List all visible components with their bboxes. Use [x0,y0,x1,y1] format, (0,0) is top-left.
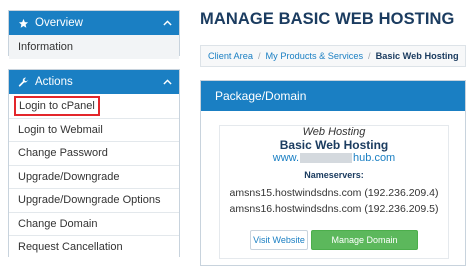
breadcrumb-separator: / [257,51,261,61]
wrench-icon [16,77,30,88]
visit-website-button[interactable]: Visit Website [250,230,308,250]
sidebar-item-upgrade-downgrade[interactable]: Upgrade/Downgrade [9,164,179,188]
sidebar-item-label: Change Domain [18,217,98,230]
actions-panel-title: Actions [35,76,73,88]
sidebar-item-label: Information [18,40,74,53]
actions-panel-header[interactable]: Actions [9,70,179,94]
nameserver-2: amsns16.hostwindsdns.com (192.236.209.5) [229,203,439,215]
domain-link[interactable]: www. hub.com [220,152,448,164]
sidebar-item-login-webmail[interactable]: Login to Webmail [9,117,179,141]
sidebar-item-label: Login to cPanel [14,95,100,116]
overview-panel-title: Overview [35,17,83,29]
package-panel-header: Package/Domain [201,81,465,111]
breadcrumb-link-client-area[interactable]: Client Area [208,51,253,61]
redacted-domain [300,153,353,164]
sidebar-item-change-domain[interactable]: Change Domain [9,211,179,235]
sidebar-item-information[interactable]: Information [9,35,179,59]
domain-suffix: hub.com [353,152,396,164]
nameservers-label: Nameservers: [304,170,364,180]
nameserver-1: amsns15.hostwindsdns.com (192.236.209.4) [229,187,439,199]
sidebar-item-label: Upgrade/Downgrade [18,170,120,183]
sidebar-item-label: Upgrade/Downgrade Options [18,194,161,207]
sidebar-item-change-password[interactable]: Change Password [9,141,179,165]
sidebar-item-label: Login to Webmail [18,123,103,136]
actions-panel: Actions Login to cPanel Login to Webmail… [8,69,180,259]
sidebar-item-request-cancellation[interactable]: Request Cancellation [9,235,179,259]
page-title: MANAGE BASIC WEB HOSTING [200,10,455,28]
package-card: Web Hosting Basic Web Hosting www. hub.co… [219,125,449,259]
product-type: Web Hosting [302,126,366,138]
breadcrumb-separator: / [368,51,371,61]
sidebar-item-login-cpanel[interactable]: Login to cPanel [9,94,179,118]
chevron-up-icon[interactable] [162,77,172,87]
chevron-up-icon[interactable] [162,18,172,28]
sidebar-item-label: Request Cancellation [18,241,123,254]
overview-panel-header[interactable]: Overview [9,11,179,35]
breadcrumb-link-products-services[interactable]: My Products & Services [266,51,364,61]
sidebar-item-upgrade-downgrade-options[interactable]: Upgrade/Downgrade Options [9,188,179,212]
domain-prefix: www. [272,152,300,164]
overview-panel: Overview Information [8,10,180,59]
star-icon [16,18,30,29]
breadcrumb: Client Area / My Products & Services / B… [200,45,466,67]
breadcrumb-current: Basic Web Hosting [375,51,459,61]
package-domain-panel: Package/Domain Web Hosting Basic Web Hos… [200,80,466,266]
sidebar-item-label: Change Password [18,147,108,160]
manage-domain-button[interactable]: Manage Domain [311,230,418,250]
product-name: Basic Web Hosting [279,138,389,152]
